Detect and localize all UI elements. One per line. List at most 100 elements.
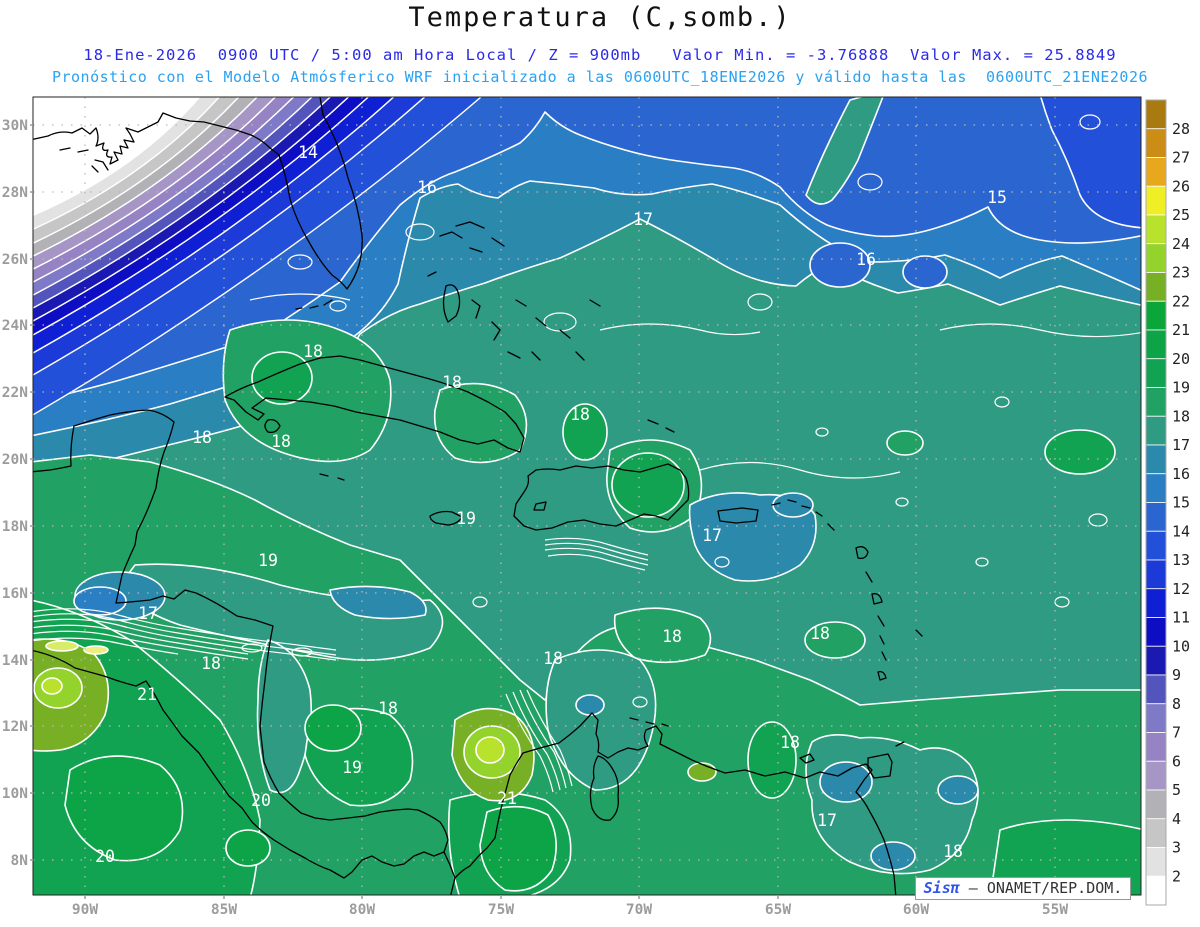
watermark-badge: Sisπ – ONAMET/REP.DOM. [915, 877, 1131, 900]
field-warm-regions-part [870, 841, 916, 871]
colorbar-label-13: 13 [1172, 551, 1190, 569]
field-warm-regions-part [479, 805, 557, 892]
colorbar-label-11: 11 [1172, 609, 1190, 627]
lat-label-14N: 14N [2, 653, 28, 669]
colorbar-cell-1 [1145, 128, 1167, 158]
colorbar-cell-21 [1145, 703, 1167, 733]
colorbar-cell-11 [1145, 415, 1167, 446]
contour-label-18-23: 18 [780, 733, 800, 752]
colorbar-cell-24 [1145, 789, 1167, 820]
contour-label-19-12: 19 [258, 551, 278, 570]
colorbar-cell-26 [1145, 847, 1167, 877]
colorbar-label-6: 6 [1172, 752, 1181, 770]
field-warm-regions-part [1044, 429, 1116, 475]
colorbar-cell-10 [1145, 387, 1167, 417]
lat-label-30N: 30N [2, 118, 28, 134]
lon-label-85W: 85W [211, 902, 237, 918]
lat-label-20N: 20N [2, 452, 28, 468]
watermark-org: – ONAMET/REP.DOM. [959, 879, 1123, 897]
colorbar-label-25: 25 [1172, 206, 1190, 224]
lon-label-55W: 55W [1042, 902, 1068, 918]
colorbar-cell-2 [1145, 157, 1167, 187]
contour-label-18-14: 18 [201, 654, 221, 673]
colorbar-label-24: 24 [1172, 235, 1190, 253]
colorbar-cell-7 [1145, 300, 1167, 331]
colorbar-label-14: 14 [1172, 522, 1190, 540]
contour-label-21-22: 21 [497, 789, 517, 808]
contour-label-21-15: 21 [137, 685, 157, 704]
map-plot-area: 14 16 17 15 16 18 18 18 18 18 19 17 19 17 18 21 18 18 18 18… [33, 97, 1141, 895]
wrf-temperature-map-page: Temperatura (C,somb.) 18-Ene-2026 0900 U… [0, 0, 1200, 927]
colorbar-cell-12 [1145, 444, 1167, 475]
colorbar-label-15: 15 [1172, 494, 1190, 512]
colorbar-label-3: 3 [1172, 839, 1181, 857]
colorbar-cell-15 [1145, 530, 1167, 561]
colorbar-label-28: 28 [1172, 120, 1190, 138]
colorbar-label-2: 2 [1172, 867, 1181, 885]
colorbar-cell-18 [1145, 617, 1167, 647]
contour-label-20-21: 20 [251, 791, 271, 810]
colorbar-cell-27 [1145, 875, 1167, 906]
contour-label-18-18: 18 [810, 624, 830, 643]
contour-label-18-17: 18 [662, 627, 682, 646]
colorbar-cell-0 [1145, 99, 1167, 130]
colorbar-cell-9 [1145, 358, 1167, 388]
field-warm-regions-part [83, 645, 109, 655]
colorbar-label-21: 21 [1172, 321, 1190, 339]
contour-label-18-25: 18 [943, 842, 963, 861]
colorbar-cell-19 [1145, 645, 1167, 676]
colorbar-cell-16 [1145, 559, 1167, 590]
contour-label-19-10: 19 [456, 509, 476, 528]
watermark-brand: Sisπ [923, 879, 960, 897]
contour-label-17-2: 17 [633, 210, 653, 229]
field-warm-regions-part [433, 382, 528, 464]
colorbar-cell-6 [1145, 272, 1167, 302]
colorbar-label-19: 19 [1172, 379, 1190, 397]
lat-label-16N: 16N [2, 586, 28, 602]
lat-label-28N: 28N [2, 185, 28, 201]
contour-label-18-5: 18 [303, 342, 323, 361]
colorbar-label-18: 18 [1172, 407, 1190, 425]
colorbar-label-7: 7 [1172, 724, 1181, 742]
colorbar-label-26: 26 [1172, 177, 1190, 195]
colorbar-cell-22 [1145, 732, 1167, 762]
contour-label-17-11: 17 [702, 526, 722, 545]
lat-label-26N: 26N [2, 252, 28, 268]
contour-label-16-4: 16 [856, 250, 876, 269]
colorbar-label-20: 20 [1172, 350, 1190, 368]
colorbar-cell-13 [1145, 473, 1167, 503]
lat-label-12N: 12N [2, 719, 28, 735]
field-warm-regions-part [772, 492, 814, 518]
colorbar-cell-3 [1145, 185, 1167, 216]
lat-label-8N: 8N [11, 853, 28, 869]
contour-label-18-6: 18 [442, 373, 462, 392]
field-warm-regions-part [687, 762, 717, 782]
colorbar-label-5: 5 [1172, 781, 1181, 799]
field-warm-regions-part [819, 761, 873, 803]
contour-label-14-0: 14 [298, 143, 318, 162]
colorbar-label-8: 8 [1172, 695, 1181, 713]
temperature-map-canvas: 141617151618181818 181917191718211818 1818… [2, 96, 1190, 918]
contour-label-17-24: 17 [817, 811, 837, 830]
lat-label-22N: 22N [2, 385, 28, 401]
field-warm-regions-part [937, 775, 979, 805]
colorbar-cell-5 [1145, 243, 1167, 273]
field-warm-regions-part [475, 736, 505, 764]
lon-label-80W: 80W [349, 902, 375, 918]
lon-label-70W: 70W [626, 902, 652, 918]
field-warm-regions-part [886, 430, 924, 456]
colorbar-cell-17 [1145, 588, 1167, 618]
field-warm-regions-part [41, 677, 63, 695]
field-warm-regions-part [575, 694, 605, 716]
lon-label-65W: 65W [765, 902, 791, 918]
contour-label-17-13: 17 [138, 604, 158, 623]
lon-label-90W: 90W [72, 902, 98, 918]
contour-label-18-19: 18 [378, 699, 398, 718]
contour-label-15-3: 15 [987, 188, 1007, 207]
lat-label-18N: 18N [2, 519, 28, 535]
field-warm-regions-part [304, 704, 362, 752]
contour-label-18-9: 18 [271, 432, 291, 451]
colorbar-cell-4 [1145, 214, 1167, 245]
colorbar-label-17: 17 [1172, 436, 1190, 454]
colorbar-label-22: 22 [1172, 292, 1190, 310]
